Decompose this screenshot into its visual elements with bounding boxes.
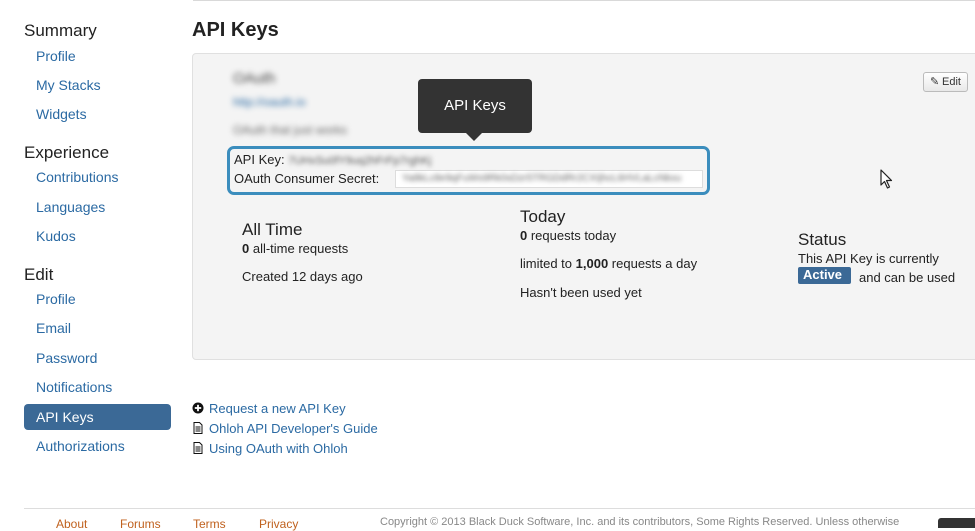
secret-value: Ya8kLc8e9qFuWs9Rk0sDzr5TRGDdRr2CXIjhcL6H… <box>402 173 682 184</box>
app-description: OAuth that just works <box>233 123 348 137</box>
created-text: Created 12 days ago <box>242 269 363 284</box>
sidebar-item-edit-profile[interactable]: Profile <box>36 291 76 307</box>
sidebar-item-email[interactable]: Email <box>36 320 71 336</box>
secret-row: OAuth Consumer Secret: <box>234 171 379 186</box>
secret-field[interactable]: Ya8kLc8e9qFuWs9Rk0sDzr5TRGDdRr2CXIjhcL6H… <box>395 170 703 188</box>
footer-about-link[interactable]: About <box>56 517 87 531</box>
document-icon <box>193 422 203 434</box>
sidebar-item-languages[interactable]: Languages <box>36 199 105 215</box>
status-badge-text: Active <box>803 267 843 282</box>
sidebar-heading-experience: Experience <box>24 143 110 162</box>
api-key-label: API Key: <box>234 152 285 167</box>
status-badge: Active <box>798 267 851 284</box>
sidebar-item-api-keys-label: API Keys <box>36 409 94 425</box>
mouse-pointer-icon <box>880 169 893 189</box>
api-key-value[interactable]: 7UHxSu0fY9uq2hFrFp7rghKj <box>288 155 431 167</box>
footer-terms-link[interactable]: Terms <box>193 517 226 531</box>
all-time-requests: 0 all-time requests <box>242 241 348 256</box>
secret-label: OAuth Consumer Secret: <box>234 171 380 186</box>
sidebar-heading-summary: Summary <box>24 21 97 40</box>
developer-guide-label: Ohloh API Developer's Guide <box>209 421 378 436</box>
sidebar-item-notifications[interactable]: Notifications <box>36 379 112 395</box>
footer-copyright: Copyright © 2013 Black Duck Software, In… <box>380 516 900 528</box>
all-time-requests-text: all-time requests <box>249 241 349 256</box>
page-title: API Keys <box>192 19 279 41</box>
tooltip: API Keys <box>418 79 532 133</box>
sidebar: Summary Profile My Stacks Widgets Experi… <box>0 0 180 470</box>
last-used-text: Hasn't been used yet <box>520 285 642 300</box>
daily-limit: limited to 1,000 requests a day <box>520 256 697 271</box>
sidebar-item-kudos[interactable]: Kudos <box>36 228 76 244</box>
document-icon <box>193 442 203 454</box>
request-new-key-link[interactable]: Request a new API Key <box>192 401 346 416</box>
developer-guide-link[interactable]: Ohloh API Developer's Guide <box>192 421 378 436</box>
status-line-1: This API Key is currently <box>798 251 939 266</box>
tooltip-text: API Keys <box>444 97 506 114</box>
edit-button-label: Edit <box>942 76 961 88</box>
oauth-guide-link[interactable]: Using OAuth with Ohloh <box>192 441 348 456</box>
edit-button[interactable]: ✎ Edit <box>923 72 968 92</box>
today-requests-text: requests today <box>527 228 617 243</box>
daily-limit-suffix: requests a day <box>608 256 698 271</box>
sidebar-item-password[interactable]: Password <box>36 350 97 366</box>
sidebar-item-my-stacks[interactable]: My Stacks <box>36 77 101 93</box>
api-key-row: API Key: 7UHxSu0fY9uq2hFrFp7rghKj <box>234 152 431 167</box>
app-name: OAuth <box>233 70 276 87</box>
today-requests: 0 requests today <box>520 228 616 243</box>
tooltip-arrow <box>466 133 482 141</box>
top-divider <box>193 0 975 1</box>
footer-forums-link[interactable]: Forums <box>120 517 161 531</box>
sidebar-item-widgets[interactable]: Widgets <box>36 106 87 122</box>
footer-divider <box>24 508 975 509</box>
api-key-panel <box>192 53 975 360</box>
daily-limit-prefix: limited to <box>520 256 576 271</box>
sidebar-item-profile[interactable]: Profile <box>36 48 76 64</box>
plus-circle-icon <box>192 402 204 414</box>
sidebar-item-api-keys[interactable]: API Keys <box>24 404 171 430</box>
oauth-guide-label: Using OAuth with Ohloh <box>209 441 348 456</box>
footer-badge <box>938 518 975 528</box>
pencil-icon: ✎ <box>930 76 940 88</box>
today-heading: Today <box>520 207 566 226</box>
sidebar-item-authorizations[interactable]: Authorizations <box>36 438 125 454</box>
footer-privacy-link[interactable]: Privacy <box>259 517 298 531</box>
all-time-heading: All Time <box>242 220 303 239</box>
status-line-2: and can be used <box>859 270 956 285</box>
sidebar-item-contributions[interactable]: Contributions <box>36 169 119 185</box>
api-keys-highlight-box: API Key: 7UHxSu0fY9uq2hFrFp7rghKj OAuth … <box>227 146 710 195</box>
app-url-link[interactable]: http://oauth.io <box>233 95 306 109</box>
sidebar-heading-edit: Edit <box>24 265 54 284</box>
daily-limit-value: 1,000 <box>575 256 609 271</box>
status-heading: Status <box>798 230 847 249</box>
request-new-key-label: Request a new API Key <box>209 401 346 416</box>
